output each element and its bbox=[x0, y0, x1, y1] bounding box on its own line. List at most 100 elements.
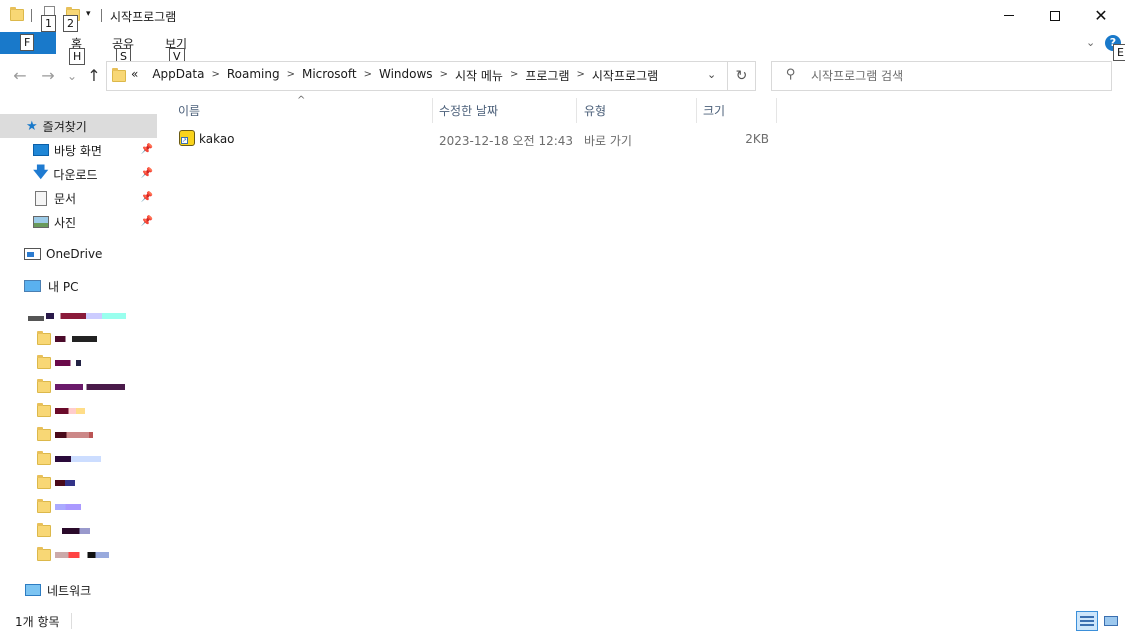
nav-network-label: 네트워크 bbox=[47, 583, 92, 598]
folder-icon[interactable] bbox=[37, 331, 51, 345]
nav-this-pc[interactable]: 내 PC bbox=[0, 274, 157, 298]
file-size: 2KB bbox=[745, 132, 769, 146]
kakao-shortcut-icon: ↗ bbox=[179, 130, 195, 146]
breadcrumb: « AppData > Roaming > Microsoft > Windows > … bbox=[131, 67, 665, 84]
nav-downloads-label: 다운로드 bbox=[53, 167, 98, 182]
address-dropdown-icon[interactable]: ⌄ bbox=[707, 68, 716, 81]
back-button[interactable]: ← bbox=[10, 66, 30, 86]
folder-icon bbox=[112, 68, 126, 82]
onedrive-icon bbox=[24, 248, 41, 260]
chevron-right-icon[interactable]: > bbox=[364, 67, 372, 84]
close-button[interactable]: ✕ bbox=[1078, 0, 1124, 31]
nav-pictures-label: 사진 bbox=[54, 215, 77, 230]
redacted-folder-name bbox=[55, 456, 101, 462]
up-button[interactable]: ↑ bbox=[84, 66, 104, 86]
nav-network[interactable]: 네트워크 bbox=[0, 578, 157, 602]
folder-icon[interactable] bbox=[37, 355, 51, 369]
chevron-right-icon[interactable]: > bbox=[577, 67, 585, 84]
redacted-drive-label[interactable] bbox=[46, 313, 126, 319]
redacted-folder-name bbox=[55, 384, 125, 390]
column-divider[interactable] bbox=[576, 98, 577, 123]
pin-icon[interactable]: 📌 bbox=[141, 192, 153, 203]
column-header-size[interactable]: 크기 bbox=[703, 102, 725, 119]
nav-documents-label: 문서 bbox=[54, 191, 77, 206]
folder-icon[interactable] bbox=[37, 451, 51, 465]
breadcrumb-roaming[interactable]: Roaming bbox=[220, 67, 287, 84]
chevron-right-icon[interactable]: > bbox=[440, 67, 448, 84]
nav-pictures[interactable]: 사진 📌 bbox=[0, 210, 157, 234]
redacted-folder-name bbox=[55, 408, 85, 414]
nav-documents[interactable]: 문서 📌 bbox=[0, 186, 157, 210]
minimize-button[interactable] bbox=[986, 0, 1032, 31]
folder-icon[interactable] bbox=[37, 403, 51, 417]
column-divider[interactable] bbox=[696, 98, 697, 123]
ribbon-expand-icon[interactable]: ⌄ bbox=[1086, 36, 1095, 49]
divider bbox=[31, 9, 32, 22]
status-item-count: 1개 항목 bbox=[15, 615, 60, 629]
pin-icon[interactable]: 📌 bbox=[141, 168, 153, 179]
column-header-name[interactable]: 이름 bbox=[178, 102, 200, 119]
redacted-folder-name bbox=[55, 504, 81, 510]
column-divider[interactable] bbox=[776, 98, 777, 123]
column-header-modified[interactable]: 수정한 날짜 bbox=[439, 102, 498, 119]
breadcrumb-microsoft[interactable]: Microsoft bbox=[295, 67, 364, 84]
breadcrumb-windows[interactable]: Windows bbox=[372, 67, 440, 84]
column-divider[interactable] bbox=[432, 98, 433, 123]
breadcrumb-start-menu[interactable]: 시작 메뉴 bbox=[448, 67, 510, 84]
tab-home-key-tip: H bbox=[69, 48, 86, 65]
redacted-folder-name bbox=[55, 480, 75, 486]
file-key-tip: F bbox=[20, 34, 35, 51]
nav-desktop-label: 바탕 화면 bbox=[54, 143, 102, 158]
column-header-type[interactable]: 유형 bbox=[584, 102, 606, 119]
file-modified: 2023-12-18 오전 12:43 bbox=[439, 134, 574, 148]
picture-icon bbox=[33, 216, 49, 228]
large-icons-view-icon bbox=[1104, 616, 1118, 626]
folder-icon[interactable] bbox=[37, 523, 51, 537]
folder-icon[interactable] bbox=[37, 379, 51, 393]
large-icons-view-button[interactable] bbox=[1100, 611, 1122, 631]
file-type: 바로 가기 bbox=[584, 134, 632, 148]
redacted-folder-name bbox=[55, 552, 109, 558]
redacted-folder-name bbox=[55, 360, 81, 366]
nav-quick-access[interactable]: ★ 즐겨찾기 bbox=[0, 114, 157, 138]
maximize-button[interactable] bbox=[1032, 0, 1078, 31]
breadcrumb-overflow[interactable]: « bbox=[131, 67, 145, 84]
redacted-folder-name bbox=[55, 528, 90, 534]
details-view-button[interactable] bbox=[1076, 611, 1098, 631]
window-title: 시작프로그램 bbox=[110, 10, 177, 24]
pin-icon[interactable]: 📌 bbox=[141, 144, 153, 155]
shortcut-arrow-icon: ↗ bbox=[181, 137, 188, 144]
document-icon bbox=[35, 190, 47, 206]
forward-button[interactable]: → bbox=[38, 66, 58, 86]
nav-downloads[interactable]: 🡇 다운로드 📌 bbox=[0, 162, 157, 186]
folder-icon[interactable] bbox=[37, 547, 51, 561]
divider bbox=[71, 613, 72, 629]
nav-onedrive[interactable]: OneDrive bbox=[0, 242, 157, 266]
chevron-right-icon[interactable]: > bbox=[287, 67, 295, 84]
nav-desktop[interactable]: 바탕 화면 📌 bbox=[0, 138, 157, 162]
breadcrumb-appdata[interactable]: AppData bbox=[145, 67, 211, 84]
network-icon bbox=[25, 584, 41, 596]
divider bbox=[101, 9, 102, 22]
breadcrumb-startup[interactable]: 시작프로그램 bbox=[585, 67, 665, 84]
drive-icon bbox=[28, 316, 44, 321]
file-name: kakao bbox=[199, 132, 235, 146]
breadcrumb-programs[interactable]: 프로그램 bbox=[518, 67, 576, 84]
title-bar: 1 2 ▾ 시작프로그램 ✕ bbox=[0, 0, 1125, 32]
sort-ascending-icon: ^ bbox=[297, 95, 306, 106]
pin-icon[interactable]: 📌 bbox=[141, 216, 153, 227]
chevron-right-icon[interactable]: > bbox=[510, 67, 518, 84]
folder-icon[interactable] bbox=[37, 427, 51, 441]
folder-icon[interactable] bbox=[37, 499, 51, 513]
file-explorer-window: 1 2 ▾ 시작프로그램 ✕ F 홈 H 공유 S 보기 V ⌄ ? E ← →… bbox=[0, 0, 1125, 634]
chevron-right-icon[interactable]: > bbox=[211, 67, 219, 84]
details-view-icon bbox=[1080, 616, 1094, 626]
computer-icon bbox=[24, 280, 41, 292]
search-icon: ⚲ bbox=[786, 67, 796, 82]
refresh-button[interactable]: ↻ bbox=[728, 61, 756, 91]
nav-quick-access-label: 즐겨찾기 bbox=[42, 119, 87, 134]
recent-locations-button[interactable]: ⌄ bbox=[62, 66, 82, 86]
desktop-icon bbox=[33, 144, 49, 156]
folder-icon[interactable] bbox=[37, 475, 51, 489]
qat-customize-icon[interactable]: ▾ bbox=[86, 9, 91, 19]
